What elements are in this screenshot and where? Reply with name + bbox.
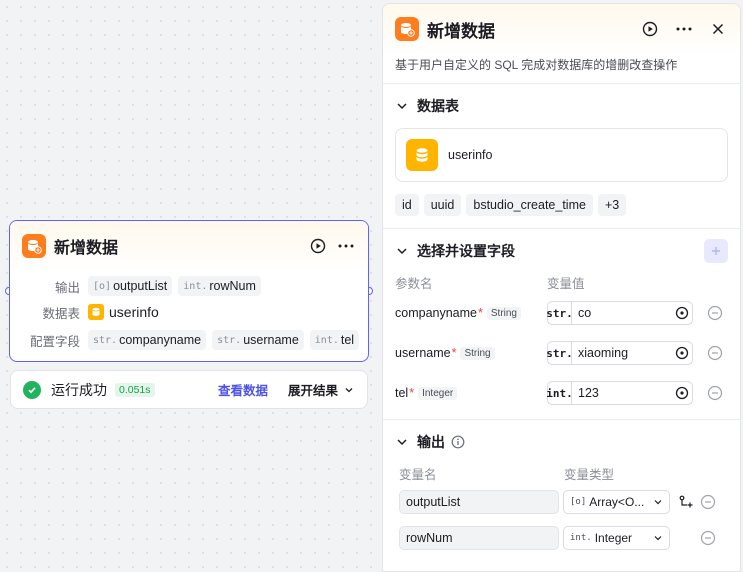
field-row: tel * Integer int. 123 bbox=[395, 373, 728, 413]
field-value[interactable]: co bbox=[572, 306, 672, 320]
run-time-badge: 0.051s bbox=[115, 382, 155, 397]
reference-icon[interactable] bbox=[672, 306, 692, 320]
expand-result-button[interactable]: 展开结果 bbox=[288, 380, 355, 399]
remove-field-icon[interactable] bbox=[707, 345, 723, 361]
run-node-button[interactable] bbox=[640, 19, 660, 39]
field-name: tel bbox=[395, 386, 409, 400]
add-field-button[interactable] bbox=[704, 239, 728, 263]
field-tag: str. companyname bbox=[88, 330, 207, 350]
chevron-down-icon bbox=[654, 500, 662, 505]
field-type: Integer bbox=[418, 386, 458, 400]
field-type: String bbox=[486, 306, 521, 320]
database-icon bbox=[406, 139, 438, 171]
field-tag: int. tel bbox=[309, 330, 360, 350]
chevron-down-icon bbox=[397, 103, 407, 110]
more-options-button[interactable] bbox=[336, 236, 356, 256]
panel-header: 新增数据 bbox=[383, 4, 740, 54]
output-tag: int. rowNum bbox=[178, 276, 261, 296]
chevron-down-icon bbox=[654, 536, 662, 541]
field-value[interactable]: 123 bbox=[572, 386, 672, 400]
more-options-button[interactable] bbox=[674, 19, 694, 39]
node-fields-row: 配置字段 str. companyname str. username int. te… bbox=[10, 327, 368, 353]
run-status: 运行成功 bbox=[51, 381, 107, 398]
info-icon[interactable] bbox=[451, 435, 465, 449]
view-data-link[interactable]: 查看数据 bbox=[218, 380, 268, 399]
remove-field-icon[interactable] bbox=[707, 385, 723, 401]
field-tag: str. username bbox=[212, 330, 304, 350]
field-value[interactable]: xiaoming bbox=[572, 346, 672, 360]
remove-output-icon[interactable] bbox=[700, 494, 716, 510]
play-icon bbox=[310, 238, 326, 254]
table-label: 数据表 bbox=[42, 306, 80, 321]
more-icon bbox=[338, 244, 354, 248]
output-row: outputList [o] Array<O... bbox=[395, 484, 728, 520]
plus-icon bbox=[712, 247, 720, 255]
close-panel-button[interactable] bbox=[708, 19, 728, 39]
table-name: userinfo bbox=[448, 148, 493, 162]
config-label: 配置字段 bbox=[29, 334, 80, 349]
reference-icon[interactable] bbox=[672, 386, 692, 400]
column-tags: id uuid bstudio_create_time +3 bbox=[395, 182, 728, 228]
success-check-icon bbox=[23, 380, 41, 399]
table-card[interactable]: userinfo bbox=[395, 128, 728, 182]
fields-column-header: 参数名 变量值 bbox=[395, 277, 585, 291]
type-prefix[interactable]: str. bbox=[546, 342, 573, 364]
database-add-icon bbox=[395, 17, 419, 41]
more-columns-tag[interactable]: +3 bbox=[597, 194, 627, 216]
reference-icon[interactable] bbox=[672, 346, 692, 360]
node-table-row: 数据表 userinfo bbox=[10, 299, 368, 325]
table-section-header[interactable]: 数据表 bbox=[395, 84, 728, 128]
field-row: username * String str. xiaoming bbox=[395, 333, 728, 373]
output-type-select[interactable]: [o] Array<O... bbox=[563, 490, 670, 514]
output-section: 输出 变量名 变量类型 outputList [o] Array<O... ro… bbox=[383, 420, 740, 556]
fields-section-header[interactable]: 选择并设置字段 bbox=[395, 229, 728, 273]
output-label: 输出 bbox=[54, 280, 80, 295]
output-name-field[interactable]: outputList bbox=[399, 490, 559, 514]
column-tag: id bbox=[395, 194, 419, 216]
table-name: userinfo bbox=[109, 304, 159, 320]
output-section-header[interactable]: 输出 bbox=[395, 420, 728, 464]
remove-output-icon[interactable] bbox=[700, 530, 716, 546]
node-output-row: 输出 [o] outputList int. rowNum bbox=[10, 273, 368, 299]
panel-description: 基于用户自定义的 SQL 完成对数据库的增删改查操作 bbox=[383, 54, 740, 84]
output-tag: [o] outputList bbox=[88, 276, 173, 296]
table-section: 数据表 userinfo id uuid bstudio_create_time… bbox=[383, 84, 740, 229]
panel-title: 新增数据 bbox=[427, 21, 495, 41]
output-row: rowNum int. Integer bbox=[395, 520, 728, 556]
fields-section: 选择并设置字段 参数名 变量值 companyname * String str. … bbox=[383, 229, 740, 420]
type-prefix[interactable]: str. bbox=[546, 302, 573, 324]
column-tag: uuid bbox=[423, 194, 462, 216]
output-name-field[interactable]: rowNum bbox=[399, 526, 559, 550]
more-icon bbox=[676, 27, 692, 31]
chevron-down-icon bbox=[345, 387, 353, 392]
field-name: companyname bbox=[395, 306, 477, 320]
output-type-select[interactable]: int. Integer bbox=[563, 526, 670, 550]
node-title: 新增数据 bbox=[54, 240, 119, 257]
node-header: 新增数据 bbox=[10, 221, 368, 271]
field-value-input[interactable]: int. 123 bbox=[546, 381, 693, 405]
node-config-panel: 新增数据 基于用户自定义的 SQL 完成对数据库的增删改查操作 数据表 user… bbox=[382, 3, 741, 572]
play-icon bbox=[642, 21, 658, 37]
field-type: String bbox=[460, 346, 495, 360]
field-value-input[interactable]: str. co bbox=[546, 301, 693, 325]
column-tag: bstudio_create_time bbox=[466, 194, 593, 216]
chevron-down-icon bbox=[397, 248, 407, 255]
field-name: username bbox=[395, 346, 451, 360]
type-prefix[interactable]: int. bbox=[546, 382, 573, 404]
close-icon bbox=[712, 23, 724, 35]
database-insert-node[interactable]: 新增数据 输出 [o] outputList int. rowNum 数据表 use… bbox=[9, 220, 369, 362]
database-add-icon bbox=[22, 234, 46, 258]
chevron-down-icon bbox=[397, 439, 407, 446]
remove-field-icon[interactable] bbox=[707, 305, 723, 321]
run-node-button[interactable] bbox=[308, 236, 328, 256]
output-column-header: 变量名 变量类型 bbox=[399, 468, 615, 482]
add-child-icon[interactable] bbox=[678, 494, 694, 510]
field-value-input[interactable]: str. xiaoming bbox=[546, 341, 693, 365]
database-icon bbox=[88, 304, 104, 320]
field-row: companyname * String str. co bbox=[395, 293, 728, 333]
run-result-bar: 运行成功 0.051s 查看数据 展开结果 bbox=[10, 370, 368, 409]
